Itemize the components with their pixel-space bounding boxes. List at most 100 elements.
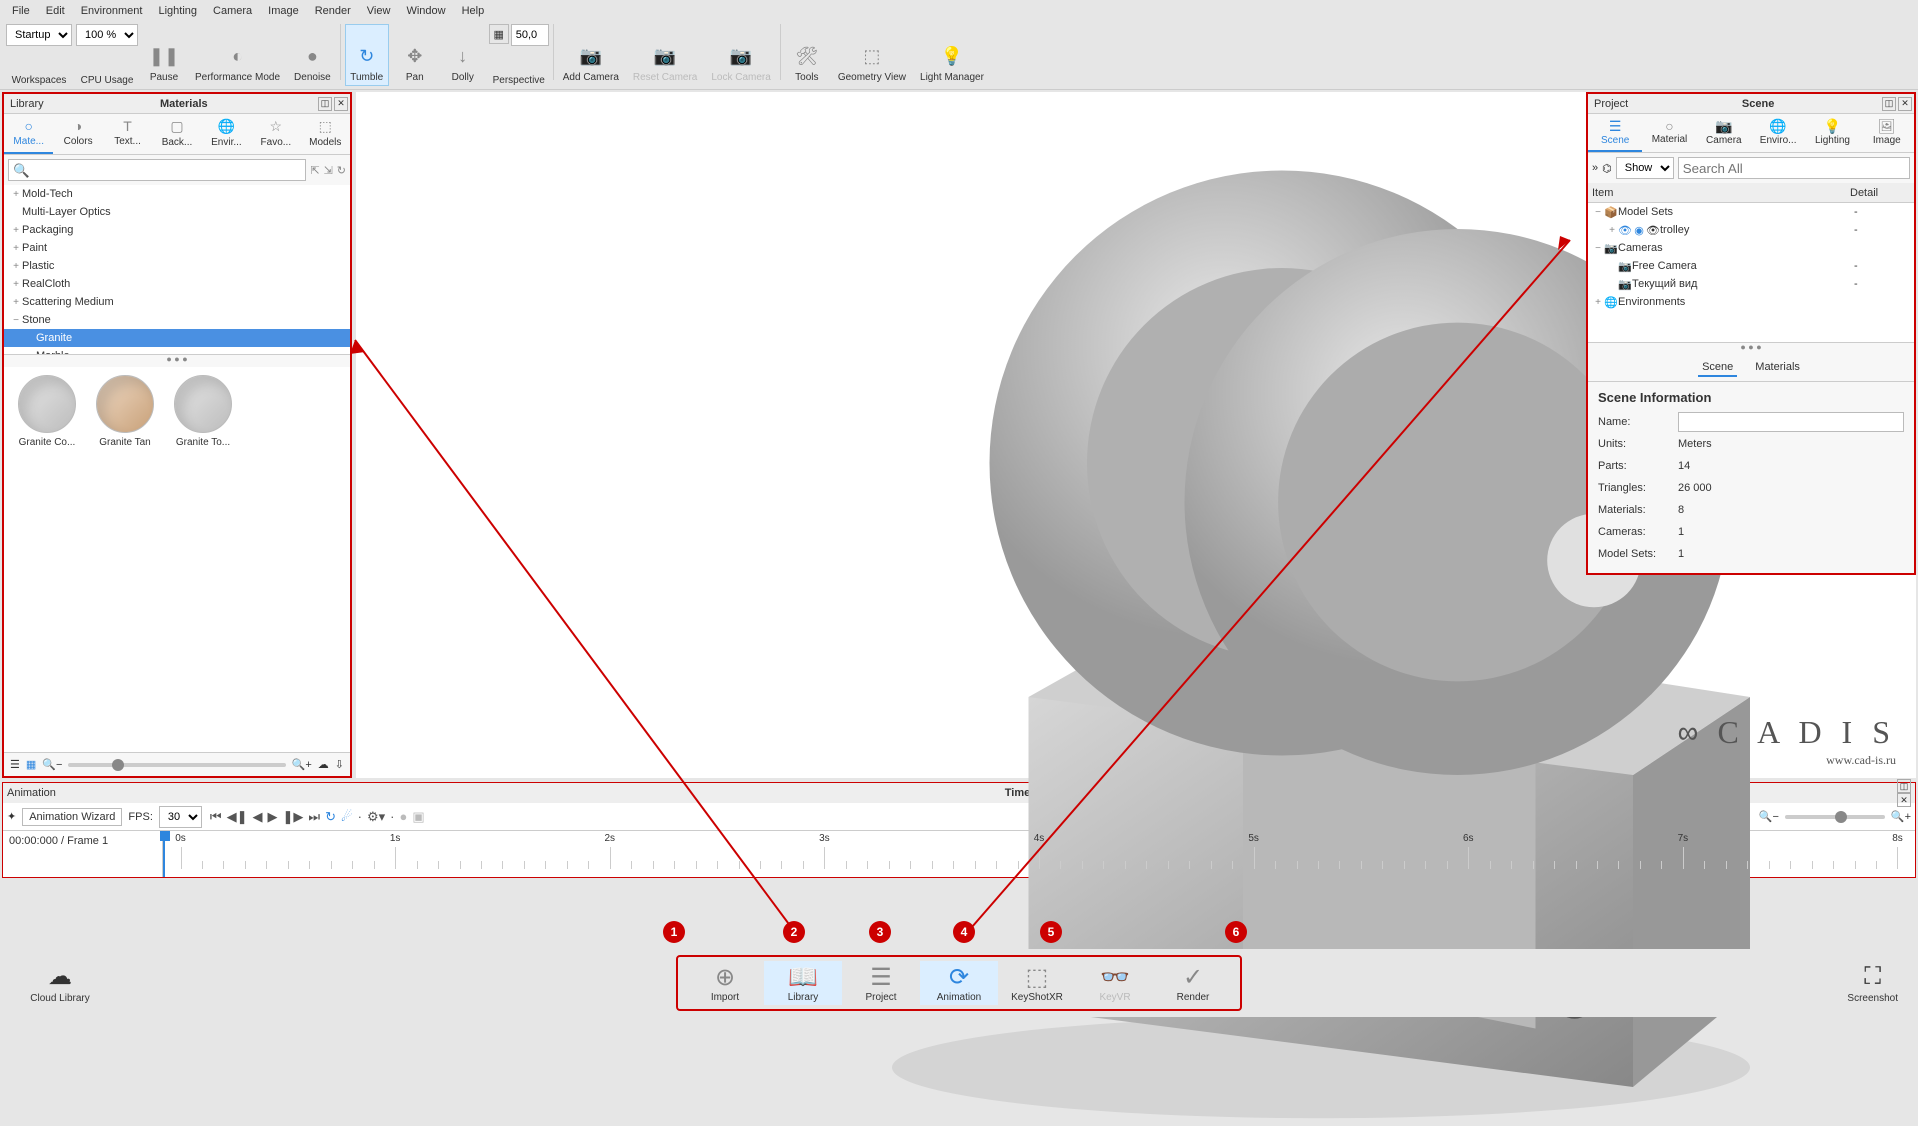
library-search-input[interactable] [8, 159, 306, 181]
tree-item[interactable]: +Scattering Medium [4, 293, 350, 311]
scene-tree-row[interactable]: +👁◉👁trolley- [1588, 221, 1914, 239]
scene-tab-0[interactable]: ☰Scene [1588, 114, 1642, 152]
material-thumb[interactable]: Granite Co... [12, 375, 82, 744]
material-thumb[interactable]: Granite Tan [90, 375, 160, 744]
zoom-out-icon[interactable]: 🔍− [42, 758, 62, 771]
menu-camera[interactable]: Camera [205, 3, 260, 19]
show-filter[interactable]: Show [1616, 157, 1674, 179]
menu-edit[interactable]: Edit [38, 3, 73, 19]
menu-environment[interactable]: Environment [73, 3, 151, 19]
menu-view[interactable]: View [359, 3, 399, 19]
close-icon[interactable]: ✕ [334, 97, 348, 111]
cpu-usage-select[interactable]: 100 % [76, 24, 138, 46]
library-tab-5[interactable]: ☆Favo... [251, 114, 300, 154]
grid-view-icon[interactable]: ▦ [26, 758, 36, 771]
library-tab-6[interactable]: ⬚Models [301, 114, 350, 154]
library-tab-4[interactable]: 🌐Envir... [202, 114, 251, 154]
bottom-keyshotxr-button[interactable]: ⬚KeyShotXR [998, 961, 1076, 1005]
cloud-icon[interactable]: ☁ [318, 758, 329, 771]
timeline-track[interactable]: 0s1s2s3s4s5s6s7s8s [163, 831, 1915, 877]
tree-item[interactable]: −Stone [4, 311, 350, 329]
cloud-library-button[interactable]: ☁ Cloud Library [0, 962, 120, 1004]
library-tab-0[interactable]: ○Mate... [4, 114, 53, 154]
scene-search-input[interactable] [1678, 157, 1910, 179]
folder-out-icon[interactable]: ⇲ [324, 164, 333, 177]
pan-button[interactable]: ✥Pan [393, 24, 437, 86]
tools-button[interactable]: 🛠Tools [785, 24, 829, 86]
settings-icon[interactable]: ⚙▾ [365, 809, 387, 825]
bottom-import-button[interactable]: ⊕Import [686, 961, 764, 1005]
splitter-dots[interactable]: ● ● ● [4, 355, 350, 367]
playhead[interactable] [163, 831, 165, 877]
reset-camera-button[interactable]: 📷Reset Camera [628, 24, 702, 86]
scene-tab-1[interactable]: ○Material [1642, 114, 1696, 152]
library-tab-1[interactable]: ◑Colors [53, 114, 102, 154]
tree-item[interactable]: +Mold-Tech [4, 185, 350, 203]
bottom-keyvr-button[interactable]: 👓KeyVR [1076, 961, 1154, 1005]
animation-wizard-button[interactable]: Animation Wizard [22, 808, 122, 826]
scene-tree-row[interactable]: +🌐Environments [1588, 293, 1914, 311]
tree-icon[interactable]: ⌬ [1602, 162, 1612, 175]
pause-button[interactable]: ❚❚Pause [142, 24, 186, 86]
download-icon[interactable]: ⇩ [335, 758, 344, 771]
scene-tab-5[interactable]: 🖼Image [1860, 114, 1914, 152]
menu-help[interactable]: Help [454, 3, 493, 19]
close-icon[interactable]: ✕ [1898, 97, 1912, 111]
undock-icon[interactable]: ◫ [318, 97, 332, 111]
fps-select[interactable]: 30 [159, 806, 202, 828]
tree-item[interactable]: Multi-Layer Optics [4, 203, 350, 221]
refresh-icon[interactable]: ↻ [337, 164, 346, 177]
library-tab-3[interactable]: ▢Back... [152, 114, 201, 154]
list-view-icon[interactable]: ☰ [10, 758, 20, 771]
lock-camera-button[interactable]: 📷Lock Camera [706, 24, 775, 86]
menu-file[interactable]: File [4, 3, 38, 19]
collapse-icon[interactable]: » [1592, 162, 1598, 174]
dolly-button[interactable]: ↓Dolly [441, 24, 485, 86]
scene-tree-row[interactable]: −📷Cameras [1588, 239, 1914, 257]
scene-tree-row[interactable]: 📷Free Camera- [1588, 257, 1914, 275]
goto-start-icon[interactable]: ⏮ [208, 809, 224, 825]
scene-tab-3[interactable]: 🌐Enviro... [1751, 114, 1805, 152]
timeline-zoom-slider[interactable] [1785, 815, 1885, 819]
splitter-dots[interactable]: ● ● ● [1588, 343, 1914, 355]
folder-in-icon[interactable]: ⇱ [310, 164, 319, 177]
loop-icon[interactable]: ↻ [323, 809, 338, 825]
step-fwd-icon[interactable]: ❚▶ [280, 809, 305, 825]
light-manager-button[interactable]: 💡Light Manager [915, 24, 989, 86]
tree-item[interactable]: +Packaging [4, 221, 350, 239]
preview-icon[interactable]: ▣ [410, 809, 426, 825]
geometry-view-button[interactable]: ⬚Geometry View [833, 24, 911, 86]
wizard-icon[interactable]: ✦ [7, 810, 16, 823]
tree-item[interactable]: +Plastic [4, 257, 350, 275]
bottom-animation-button[interactable]: ⟳Animation [920, 961, 998, 1005]
scene-tree-row[interactable]: 📷Текущий вид- [1588, 275, 1914, 293]
subtab-scene[interactable]: Scene [1698, 359, 1737, 377]
perspective-value[interactable] [511, 24, 549, 46]
bottom-project-button[interactable]: ☰Project [842, 961, 920, 1005]
screenshot-button[interactable]: ⛶ Screenshot [1847, 963, 1898, 1004]
scene-tab-2[interactable]: 📷Camera [1697, 114, 1751, 152]
scene-tab-4[interactable]: 💡Lighting [1805, 114, 1859, 152]
menu-render[interactable]: Render [307, 3, 359, 19]
scene-name-input[interactable] [1678, 412, 1904, 432]
zoom-in-icon[interactable]: 🔍+ [292, 758, 312, 771]
tree-item[interactable]: +Paint [4, 239, 350, 257]
goto-end-icon[interactable]: ⏭ [306, 809, 322, 825]
thumb-size-slider[interactable] [68, 763, 285, 767]
tumble-button[interactable]: ↻Tumble [345, 24, 389, 86]
play-back-icon[interactable]: ◀ [250, 809, 264, 825]
tree-item[interactable]: Granite [4, 329, 350, 347]
denoise-button[interactable]: ●Denoise [289, 24, 336, 86]
material-thumb[interactable]: Granite To... [168, 375, 238, 744]
bottom-library-button[interactable]: 📖Library [764, 961, 842, 1005]
menu-image[interactable]: Image [260, 3, 307, 19]
tree-item[interactable]: +RealCloth [4, 275, 350, 293]
undock-icon[interactable]: ◫ [1882, 97, 1896, 111]
performance-mode-button[interactable]: ◐Performance Mode [190, 24, 285, 86]
scene-tree-row[interactable]: −📦Model Sets- [1588, 203, 1914, 221]
record-icon[interactable]: ● [398, 809, 410, 825]
bottom-render-button[interactable]: ✓Render [1154, 961, 1232, 1005]
library-tab-2[interactable]: TText... [103, 114, 152, 154]
subtab-materials[interactable]: Materials [1751, 359, 1804, 377]
menu-window[interactable]: Window [398, 3, 453, 19]
